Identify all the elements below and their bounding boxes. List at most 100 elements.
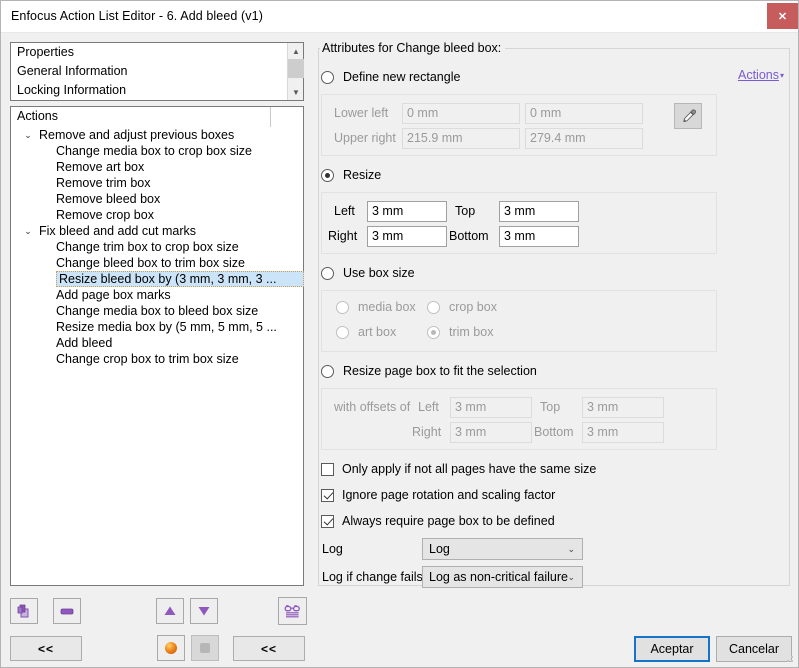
orange-sphere-icon — [165, 642, 177, 654]
actions-tree-panel[interactable]: Actions ⌄ Remove and adjust previous boxe… — [10, 106, 304, 586]
resize-bottom-label: Bottom — [449, 229, 489, 243]
move-up-button[interactable] — [156, 598, 184, 624]
attributes-legend: Attributes for Change bleed box: — [320, 41, 506, 55]
move-down-button[interactable] — [190, 598, 218, 624]
tree-leaf-row[interactable]: Remove bleed box — [11, 191, 303, 207]
resize-top-label: Top — [455, 204, 476, 218]
checkbox-indicator — [321, 488, 334, 502]
radio-art-box[interactable]: art box — [336, 325, 396, 339]
radio-use-box-size[interactable]: Use box size — [321, 266, 415, 280]
properties-scrollbar[interactable]: ▲ ▼ — [287, 43, 304, 100]
tree-leaf-row[interactable]: Add page box marks — [11, 287, 303, 303]
tree-leaf-row[interactable]: Change bleed box to trim box size — [11, 255, 303, 271]
list-item[interactable]: Properties — [11, 43, 303, 62]
enabled-toggle-button[interactable] — [157, 635, 185, 661]
resize-right-label: Right — [328, 229, 358, 243]
log-select-value: Log — [429, 542, 450, 556]
tree-leaf-row[interactable]: Remove crop box — [11, 207, 303, 223]
log-select[interactable]: Log ⌄ — [422, 538, 583, 560]
resize-page-box-fields: with offsets of Left 3 mm Top 3 mm Right… — [321, 388, 717, 450]
column-divider[interactable] — [270, 107, 271, 127]
chevron-down-icon: ⌄ — [567, 572, 575, 582]
actions-link-label: Actions — [737, 68, 779, 82]
tree-group-row[interactable]: ⌄ Fix bleed and add cut marks — [11, 223, 303, 239]
window-title: Enfocus Action List Editor - 6. Add blee… — [11, 9, 263, 23]
eyedropper-icon[interactable] — [674, 103, 702, 129]
checkbox-always-require-page-box[interactable]: Always require page box to be defined — [321, 514, 555, 528]
tree-row-label: Add bleed — [56, 336, 113, 350]
resize-top-input[interactable]: 3 mm — [499, 201, 579, 222]
list-item[interactable]: Locking Information — [11, 81, 303, 100]
tree-leaf-row[interactable]: Remove trim box — [11, 175, 303, 191]
tree-row-label: Remove art box — [56, 160, 145, 174]
tree-row-label: Remove bleed box — [56, 192, 161, 206]
radio-label: media box — [358, 300, 416, 314]
resize-grip[interactable] — [783, 652, 795, 664]
collapse-left-button[interactable]: << — [10, 636, 82, 661]
lower-left-x-input[interactable]: 0 mm — [402, 103, 520, 124]
radio-media-box[interactable]: media box — [336, 300, 416, 314]
chevron-down-icon[interactable]: ⌄ — [21, 127, 35, 143]
list-item[interactable]: General Information — [11, 62, 303, 81]
upper-right-x-input[interactable]: 215.9 mm — [402, 128, 520, 149]
ok-button[interactable]: Aceptar — [634, 636, 710, 662]
actions-tree-rows: ⌄ Remove and adjust previous boxes Change … — [11, 127, 304, 367]
log-label: Log — [322, 542, 343, 556]
properties-list[interactable]: Properties General Information Locking I… — [10, 42, 304, 101]
radio-resize[interactable]: Resize — [321, 168, 381, 182]
checkbox-label: Ignore page rotation and scaling factor — [342, 488, 556, 502]
offset-bottom-input[interactable]: 3 mm — [582, 422, 664, 443]
radio-label: Define new rectangle — [343, 70, 461, 84]
close-icon[interactable]: ✕ — [767, 3, 798, 29]
radio-trim-box[interactable]: trim box — [427, 325, 493, 339]
tree-row-label: Change crop box to trim box size — [56, 352, 239, 366]
resize-right-input[interactable]: 3 mm — [367, 226, 447, 247]
offset-top-input[interactable]: 3 mm — [582, 397, 664, 418]
lower-left-y-input[interactable]: 0 mm — [525, 103, 643, 124]
checkbox-label: Always require page box to be defined — [342, 514, 555, 528]
tree-leaf-row[interactable]: Change crop box to trim box size — [11, 351, 303, 367]
collapse-right-button[interactable]: << — [233, 636, 305, 661]
resize-left-input[interactable]: 3 mm — [367, 201, 447, 222]
offset-right-input[interactable]: 3 mm — [450, 422, 532, 443]
scroll-up-icon[interactable]: ▲ — [288, 43, 304, 59]
upper-right-y-input[interactable]: 279.4 mm — [525, 128, 643, 149]
radio-indicator — [336, 325, 349, 339]
tree-leaf-row[interactable]: Resize media box by (5 mm, 5 mm, 5 ... — [11, 319, 303, 335]
checkbox-ignore-page-rotation[interactable]: Ignore page rotation and scaling factor — [321, 488, 555, 502]
chevron-down-icon: ⌄ — [567, 544, 575, 554]
remove-action-button[interactable] — [53, 598, 81, 624]
tree-row-label: Change bleed box to trim box size — [56, 256, 245, 270]
scrollbar-thumb[interactable] — [288, 59, 304, 78]
tree-row-selected[interactable]: Resize bleed box by (3 mm, 3 mm, 3 ... — [56, 271, 304, 287]
radio-define-new-rectangle[interactable]: Define new rectangle — [321, 70, 460, 84]
tree-leaf-row[interactable]: Change media box to bleed box size — [11, 303, 303, 319]
tree-row-label: Change media box to crop box size — [56, 144, 252, 158]
tree-leaf-row[interactable]: Add bleed — [11, 335, 303, 351]
tree-leaf-row[interactable]: Change media box to crop box size — [11, 143, 303, 159]
log-fail-select[interactable]: Log as non-critical failure ⌄ — [422, 566, 583, 588]
radio-crop-box[interactable]: crop box — [427, 300, 497, 314]
radio-resize-page-box[interactable]: Resize page box to fit the selection — [321, 364, 537, 378]
scroll-down-icon[interactable]: ▼ — [288, 84, 304, 100]
checkbox-only-apply-if-not-same-size[interactable]: Only apply if not all pages have the sam… — [321, 462, 596, 476]
tree-leaf-row[interactable]: Remove art box — [11, 159, 303, 175]
chevron-down-icon[interactable]: ⌄ — [21, 223, 35, 239]
offset-left-input[interactable]: 3 mm — [450, 397, 532, 418]
tree-leaf-row[interactable]: Change trim box to crop box size — [11, 239, 303, 255]
add-action-button[interactable] — [10, 598, 38, 624]
upper-right-label: Upper right — [334, 131, 396, 145]
tree-group-row[interactable]: ⌄ Remove and adjust previous boxes — [11, 127, 303, 143]
resize-bottom-input[interactable]: 3 mm — [499, 226, 579, 247]
radio-label: trim box — [449, 325, 494, 339]
cancel-button[interactable]: Cancelar — [716, 636, 792, 662]
radio-label: Resize — [343, 168, 382, 182]
radio-indicator — [427, 325, 440, 339]
actions-dropdown-link[interactable]: Actions▾ — [738, 68, 784, 82]
tree-leaf-row[interactable]: Resize bleed box by (3 mm, 3 mm, 3 ... — [11, 271, 304, 287]
preview-button[interactable] — [278, 597, 307, 625]
action-list-editor-window: Enfocus Action List Editor - 6. Add blee… — [0, 0, 799, 668]
offset-top-label: Top — [540, 400, 561, 414]
disabled-toggle-button[interactable] — [191, 635, 219, 661]
offset-right-label: Right — [412, 425, 442, 439]
